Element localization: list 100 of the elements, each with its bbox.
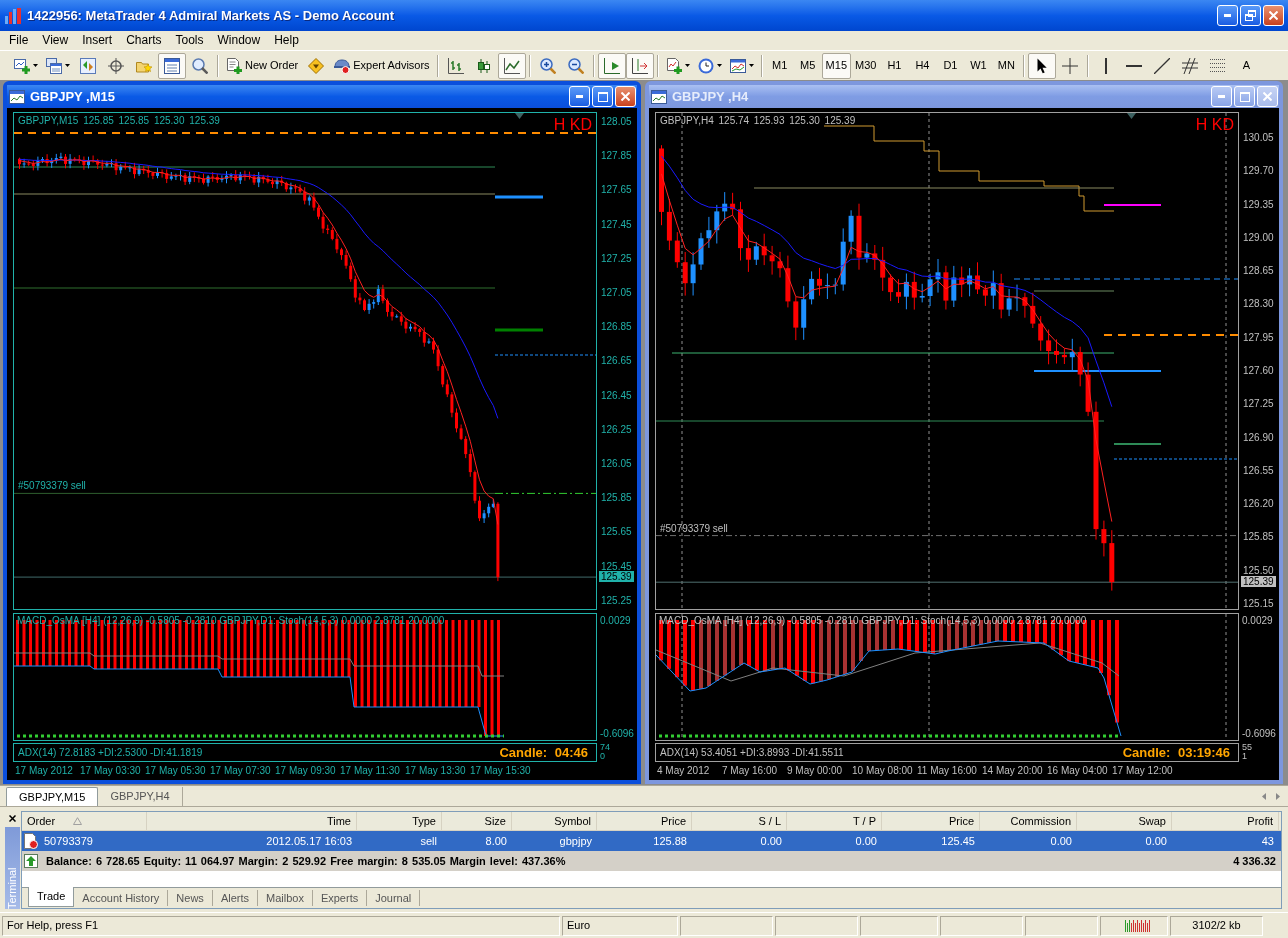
table-cell-text: 4 336.32 [1233,853,1276,869]
column-header[interactable]: S / L [692,812,787,830]
chart-tab[interactable]: GBPJPY,H4 [98,787,183,806]
price-label: 126.05 [601,458,632,470]
axis-label: 0.0029 [600,615,631,626]
column-header[interactable]: Symbol [512,812,597,830]
arrow-right-icon[interactable] [1276,793,1280,800]
maximize-icon [597,91,608,102]
price-label: 125.45 [601,560,632,572]
crosshair-icon [108,57,124,74]
table-cell-text: 8.00 [485,833,507,849]
tab[interactable]: Mailbox [258,890,313,906]
column-header[interactable]: Price [597,812,692,830]
minimize-button[interactable] [1217,5,1238,26]
menu-item[interactable]: Charts [119,31,169,50]
tab[interactable]: Journal [367,890,421,906]
toolbar-button[interactable]: Expert Advisors [330,52,434,79]
chart-window-icon [9,89,25,104]
toolbar-button[interactable]: H4 [908,52,937,79]
document-plus-icon [226,57,242,74]
time-label: 10 May 08:00 [852,765,913,776]
toolbar-button[interactable]: New Order [222,52,303,79]
maximize-button[interactable] [592,86,613,107]
price-label: 125.50 [1243,564,1274,576]
menu-item[interactable]: Help [267,31,306,50]
horizontal-line-icon [1126,64,1143,67]
price-label: 125.65 [601,526,632,538]
toolbar-button[interactable]: M15 [821,52,851,79]
column-header[interactable]: Time [147,812,357,830]
menu-item[interactable]: View [35,31,76,50]
column-header[interactable]: Size [442,812,512,830]
dotted-lines-icon [1210,57,1227,74]
chart-tab[interactable]: GBPJPY,M15 [6,787,99,806]
menu-item[interactable]: Tools [168,31,211,50]
toolbar-button[interactable] [625,52,654,79]
price-label: 126.45 [601,389,632,401]
minimize-button[interactable] [569,86,590,107]
chart-window-icon [651,89,667,104]
price-label: 127.25 [601,252,632,264]
table-cell-text: gbpjpy [559,833,592,849]
table-row[interactable]: 50793379 2012.05.17 16:03 sell 8.00 gbpjpy 125.88 0.00 0.00 125.45 0.00 0.00 43 [22,831,1281,851]
column-header[interactable]: Swap [1077,812,1172,830]
toolbar-button[interactable] [597,52,626,79]
toolbar-button[interactable]: M5 [793,52,822,79]
column-header[interactable]: Profit [1172,812,1279,830]
caret-icon [33,64,38,67]
toolbar-button[interactable] [158,52,186,79]
menu-item[interactable]: Window [210,31,268,50]
tab[interactable]: Alerts [212,890,258,906]
tab[interactable]: News [168,890,213,906]
time-label: 16 May 04:00 [1047,765,1108,776]
column-header[interactable]: T / P [787,812,882,830]
axis-label: -0.6096 [600,728,634,739]
restore-button[interactable] [1240,5,1261,26]
hatched-lines-icon [1182,57,1199,74]
axis-label: 0.0029 [1242,615,1273,626]
table-cell-text: 0.00 [855,833,877,849]
tab[interactable]: Trade [28,887,75,907]
tab[interactable]: Account History [74,890,169,906]
column-header[interactable]: Price [882,812,980,830]
price-label: 129.35 [1243,198,1274,210]
axis-label: 74 [600,743,610,752]
price-label: 126.90 [1243,431,1274,443]
current-price-label: 125.39 [1241,576,1276,587]
menu-item[interactable]: File [2,31,36,50]
tab[interactable]: Experts [312,890,368,906]
toolbar-button[interactable]: M30 [851,52,881,79]
profile-name: Euro [567,918,591,934]
window-chart-icon [729,57,746,74]
price-label: 127.65 [601,184,632,196]
price-label: 125.25 [601,594,632,606]
table-cell-text: 0.00 [760,833,782,849]
price-label: 127.60 [1243,364,1274,376]
toolbar-button[interactable]: MN [992,52,1021,79]
table-cell-text: 125.45 [941,833,975,849]
toolbar-button[interactable]: H1 [880,52,909,79]
toolbar-button[interactable] [1028,52,1057,79]
current-price-label: 125.39 [599,571,634,582]
candle-timer: Candle: 03:19:46 [1122,745,1230,760]
arrow-left-icon[interactable] [1262,793,1266,800]
menu-item[interactable]: Insert [75,31,120,50]
toolbar-button[interactable]: M1 [765,52,794,79]
toolbar-button[interactable] [497,52,526,79]
column-header[interactable]: Commission [980,812,1077,830]
axis-label: 1 [1242,752,1247,761]
toolbar-button[interactable]: A [1232,52,1261,79]
maximize-icon [1239,91,1250,102]
price-label: 128.05 [601,116,632,127]
column-header[interactable]: Order [22,812,147,830]
table-cell-text: 43 [1261,833,1274,849]
toolbar-button[interactable]: D1 [936,52,965,79]
list-window-icon [164,57,180,74]
price-label: 127.05 [601,287,632,298]
time-label: 17 May 13:30 [405,765,466,776]
toolbar-button[interactable]: W1 [964,52,993,79]
vertical-line-icon [1105,57,1108,74]
column-header[interactable]: Type [357,812,442,830]
close-icon [1269,11,1278,20]
document-plus-icon [665,57,682,74]
sort-icon [73,817,83,825]
